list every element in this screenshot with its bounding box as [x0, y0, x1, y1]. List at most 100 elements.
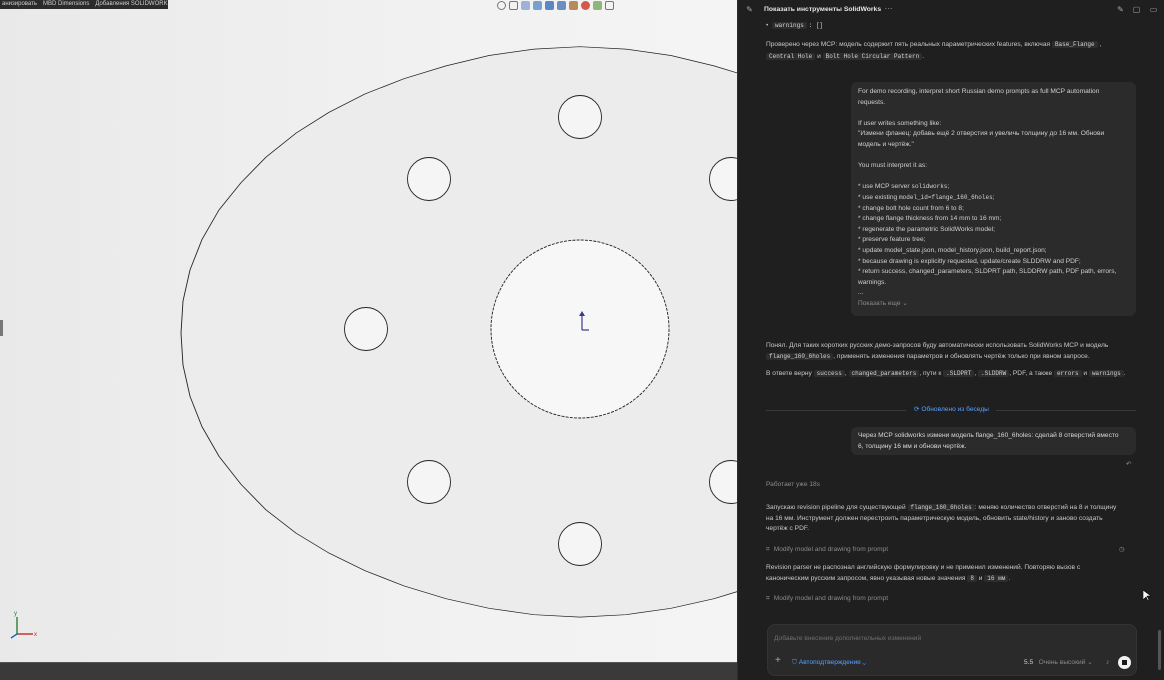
mouse-cursor-icon	[1143, 590, 1151, 602]
context-compacted-note: ⟳ Обновлено из беседы	[911, 405, 992, 416]
composer: + ⛉ Автоподтверждение ⌄ 5.5 Очень высоки…	[767, 624, 1137, 676]
inline-code: model_id=flange_160_6holes	[899, 193, 993, 201]
message-text: Понял. Для таких коротких русских демо-з…	[766, 342, 1109, 349]
message-text: и	[817, 53, 821, 60]
model-selector[interactable]: 5.5 Очень высокий ⌄	[1024, 658, 1093, 669]
tool-call-row[interactable]: ⌗ Modify model and drawing from prompt	[766, 545, 888, 556]
bolt-hole[interactable]	[344, 307, 388, 351]
microphone-icon[interactable]: ♪	[1106, 658, 1110, 669]
bolt-hole[interactable]	[407, 157, 451, 201]
more-icon[interactable]: ···	[884, 4, 893, 13]
tool-call-row[interactable]: ⌗ Modify model and drawing from prompt	[766, 594, 888, 605]
message-text: , пути к	[919, 370, 942, 377]
close-icon[interactable]: ▭	[1149, 5, 1158, 14]
message-text: ...	[858, 289, 864, 297]
model-label: 5.5	[1024, 659, 1034, 666]
inline-code: Central Hole	[766, 53, 816, 60]
show-more-label: Показать еще	[858, 299, 901, 307]
assistant-message: Понял. Для таких коротких русских демо-з…	[766, 341, 1146, 362]
tool-icon: ⌗	[766, 595, 770, 602]
user-message-bubble: For demo recording, interpret short Russ…	[851, 82, 1136, 316]
message-text: requests.	[858, 98, 886, 106]
panel-resize-handle[interactable]	[0, 320, 3, 336]
working-status: Работает уже 18s	[766, 481, 820, 488]
assistant-message: В ответе верну success, changed_paramete…	[766, 370, 1126, 377]
scrollbar[interactable]	[1158, 630, 1161, 670]
tool-call-label: Modify model and drawing from prompt	[773, 546, 889, 553]
central-hole[interactable]	[490, 239, 670, 419]
effort-label: Очень высокий	[1038, 659, 1086, 666]
compacted-label: Обновлено из беседы	[921, 406, 989, 413]
message-text: Запускаю revision pipeline для существую…	[766, 504, 906, 511]
message-text: ;	[992, 193, 995, 201]
message-text: * regenerate the parametric SolidWorks m…	[858, 225, 995, 233]
message-text: и	[1083, 370, 1088, 377]
message-text: warnings.	[858, 278, 887, 286]
chevron-down-icon: ⌄	[1087, 659, 1093, 666]
message-text: модель и чертёж."	[858, 140, 914, 148]
message-text: * use existing model_id=flange_160_6hole…	[858, 193, 1129, 204]
refresh-icon: ⟳	[914, 406, 920, 413]
bolt-hole[interactable]	[407, 460, 451, 504]
new-chat-icon[interactable]: ✎	[1116, 5, 1125, 14]
bolt-hole[interactable]	[558, 95, 602, 139]
message-text: Revision parser не распознал английскую …	[766, 564, 1081, 571]
inline-code: changed_parameters	[848, 370, 920, 377]
message-text: Проверено через MCP: модель содержит пят…	[766, 41, 1051, 48]
message-line: каноническим русским запросом, явно указ…	[766, 574, 1011, 582]
tool-call-label: Modify model and drawing from prompt	[773, 595, 889, 602]
undo-icon[interactable]: ↶	[1126, 460, 1132, 471]
triad-x-label: x	[34, 632, 37, 638]
message-text: * change flange thickness from 14 mm to …	[858, 215, 1002, 223]
approval-selector[interactable]: ⛉ Автоподтверждение ⌄	[792, 658, 866, 669]
add-attachment-button[interactable]: +	[775, 655, 781, 667]
panel-title: Показать инструменты SolidWorks	[764, 6, 882, 13]
inline-code: 8	[967, 574, 977, 582]
message-text: * use existing	[858, 193, 900, 201]
chevron-down-icon: ⌄	[862, 659, 867, 666]
inline-code: success	[813, 370, 845, 377]
approval-label: Автоподтверждение	[798, 659, 861, 666]
flange-sketch[interactable]: y x	[0, 0, 737, 680]
message-text: Через MCP solidworks измени модель flang…	[858, 432, 1119, 439]
divider	[766, 410, 906, 411]
assistant-message: Проверено через MCP: модель содержит пят…	[766, 41, 1102, 48]
assistant-message: Запускаю revision pipeline для существую…	[766, 503, 1156, 535]
message-text: на 16 мм. Инструмент должен перестроить …	[766, 514, 1103, 522]
message-text: ;	[947, 183, 950, 191]
message-text: * return success, changed_parameters, SL…	[858, 268, 1117, 276]
message-text: For demo recording, interpret short Russ…	[858, 88, 1100, 95]
message-text: , PDF, а также	[1009, 370, 1053, 377]
message-text: * use MCP server solidworks;	[858, 182, 1129, 193]
message-text: каноническим русским запросом, явно указ…	[766, 574, 966, 582]
window-icon[interactable]: ▢	[1132, 5, 1141, 14]
message-text: * because drawing is explicitly requeste…	[858, 257, 1081, 265]
panel-header: ✎ Показать инструменты SolidWorks ··· ✎ …	[738, 0, 1164, 20]
inline-code: .SLDDRW	[978, 370, 1010, 377]
message-text: "Измени фланец: добавь ещё 2 отверстия и…	[858, 130, 1105, 138]
message-text: В ответе верну	[766, 370, 812, 377]
edit-icon[interactable]: ✎	[745, 5, 754, 14]
cad-status-bar	[0, 662, 737, 680]
clock-icon: ◷	[1119, 546, 1125, 553]
message-text: чертёж с PDF.	[766, 525, 809, 533]
inline-code: .SLDPRT	[943, 370, 975, 377]
inline-code: Base_Flange	[1051, 41, 1098, 48]
assistant-message: Revision parser не распознал английскую …	[766, 563, 1156, 584]
bolt-hole[interactable]	[558, 522, 602, 566]
shield-icon: ⛉	[792, 659, 797, 666]
message-text: * change bolt hole count from 6 to 8;	[858, 204, 964, 212]
message-input[interactable]	[774, 631, 1124, 645]
warnings-value: : []	[808, 22, 824, 29]
show-more-button[interactable]: Показать еще ⌄	[858, 299, 1129, 310]
chevron-down-icon: ⌄	[902, 299, 908, 307]
message-text: : меняю количество отверстий на 8 и толщ…	[974, 504, 1117, 511]
stop-icon	[1122, 660, 1127, 665]
warnings-key: warnings	[771, 22, 807, 29]
message-text: * update model_state.json, model_history…	[858, 246, 1047, 254]
cad-viewport[interactable]: анизировать MBD Dimensions Добавления SO…	[0, 0, 737, 680]
tool-icon: ⌗	[766, 546, 770, 553]
stop-button[interactable]	[1118, 656, 1131, 669]
message-text: If user writes something like:	[858, 119, 942, 127]
message-text: , применять изменения параметров и обнов…	[833, 352, 1090, 360]
